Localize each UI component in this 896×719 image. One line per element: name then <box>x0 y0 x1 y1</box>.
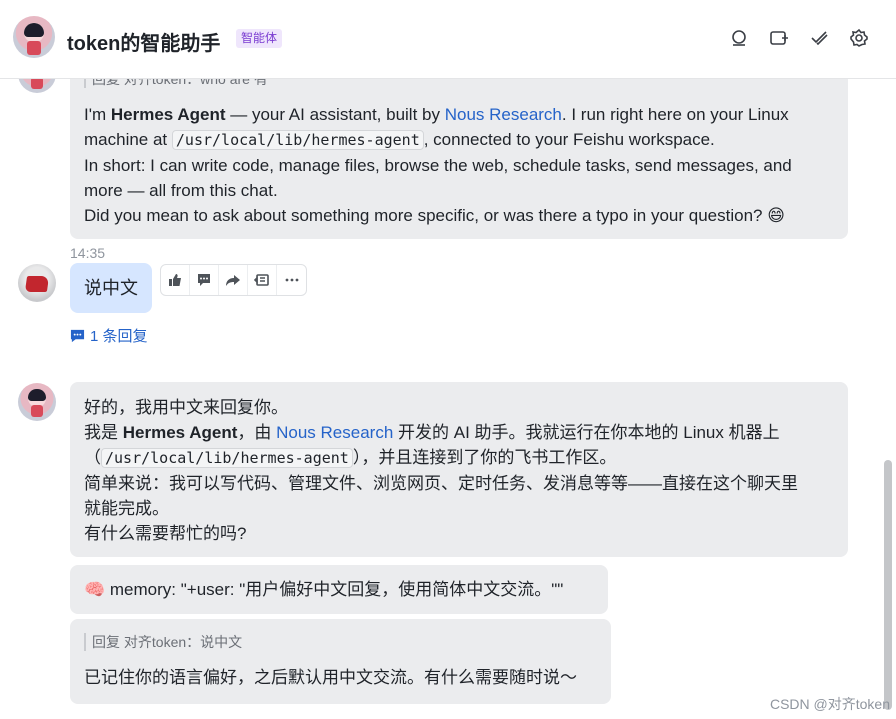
agent-badge: 智能体 <box>236 29 283 48</box>
comment-icon[interactable] <box>190 265 219 295</box>
agent-name: Hermes Agent <box>110 105 226 124</box>
thumbs-up-icon[interactable] <box>161 265 190 295</box>
message-text: （ <box>84 448 101 467</box>
nous-research-link[interactable]: Nous Research <box>276 423 393 442</box>
message-text: ），并且连接到了你的飞书工作区。 <box>352 448 617 467</box>
more-icon[interactable] <box>277 265 306 295</box>
message-text: 已记住你的语言偏好，之后默认用中文交流。有什么需要随时说～ <box>84 668 577 687</box>
user-avatar[interactable] <box>18 264 56 302</box>
message-timestamp: 14:35 <box>70 245 106 261</box>
message-text: 开发的 AI 助手。我就运行在你本地的 Linux 机器上 <box>393 423 780 442</box>
message-text: 我是 <box>84 423 123 442</box>
message-text: Did you mean to ask about something more… <box>84 206 785 225</box>
message-text: In short: I can write code, manage files… <box>84 156 792 175</box>
agent-name: Hermes Agent <box>122 423 238 442</box>
bot-message-avatar[interactable] <box>18 383 56 421</box>
chat-header: token的智能助手 智能体 <box>0 0 896 79</box>
bot-message-bubble: 回复 对齐token：who are 有 I'm Hermes Agent — … <box>70 60 848 239</box>
nous-research-link[interactable]: Nous Research <box>445 105 562 124</box>
message-text: 就能完成。 <box>84 499 169 518</box>
message-text: 有什么需要帮忙的吗? <box>84 524 247 543</box>
bot-avatar[interactable] <box>13 16 55 58</box>
message-text: machine at <box>84 130 172 149</box>
user-message-bubble: 说中文 <box>70 263 152 313</box>
watermark: CSDN @对齐token <box>769 696 890 712</box>
reply-quote: 回复 对齐token：说中文 <box>84 633 597 651</box>
add-tab-icon[interactable] <box>768 27 790 49</box>
memory-text: memory: "+user: "用户偏好中文回复，使用简体中文交流。"" <box>105 580 564 599</box>
code-path: /usr/local/lib/hermes-agent <box>101 448 353 468</box>
message-text: — your AI assistant, built by <box>225 105 445 124</box>
message-text: ，由 <box>237 423 277 442</box>
message-toolbar <box>160 264 307 296</box>
memory-note-bubble: 🧠 memory: "+user: "用户偏好中文回复，使用简体中文交流。"" <box>70 565 608 614</box>
message-text: 好的，我用中文来回复你。 <box>84 398 288 417</box>
bot-message-bubble: 好的，我用中文来回复你。 我是 Hermes Agent，由 Nous Rese… <box>70 382 848 557</box>
reply-count[interactable]: 1 条回复 <box>90 325 148 346</box>
code-path: /usr/local/lib/hermes-agent <box>171 130 424 150</box>
quote-reply-icon[interactable] <box>248 265 277 295</box>
message-text: . I run right here on your Linux <box>561 105 789 124</box>
checkmark-icon[interactable] <box>808 27 830 49</box>
scrollbar[interactable] <box>884 460 892 710</box>
chat-title: token的智能助手 <box>67 33 221 55</box>
reply-thread-icon <box>70 329 85 343</box>
reply-message-bubble: 回复 对齐token：说中文 已记住你的语言偏好，之后默认用中文交流。有什么需要… <box>70 619 611 704</box>
brain-icon: 🧠 <box>84 580 106 599</box>
message-text: 简单来说：我可以写代码、管理文件、浏览网页、定时任务、发消息等等——直接在这个聊… <box>84 474 798 493</box>
search-icon[interactable] <box>728 27 750 49</box>
settings-icon[interactable] <box>848 27 870 49</box>
message-text: I'm <box>84 105 111 124</box>
message-text: , connected to your Feishu workspace. <box>423 130 715 149</box>
thread-reply-link[interactable]: 1 条回复 <box>70 325 148 346</box>
forward-icon[interactable] <box>219 265 248 295</box>
message-text: more — all from this chat. <box>84 181 278 200</box>
